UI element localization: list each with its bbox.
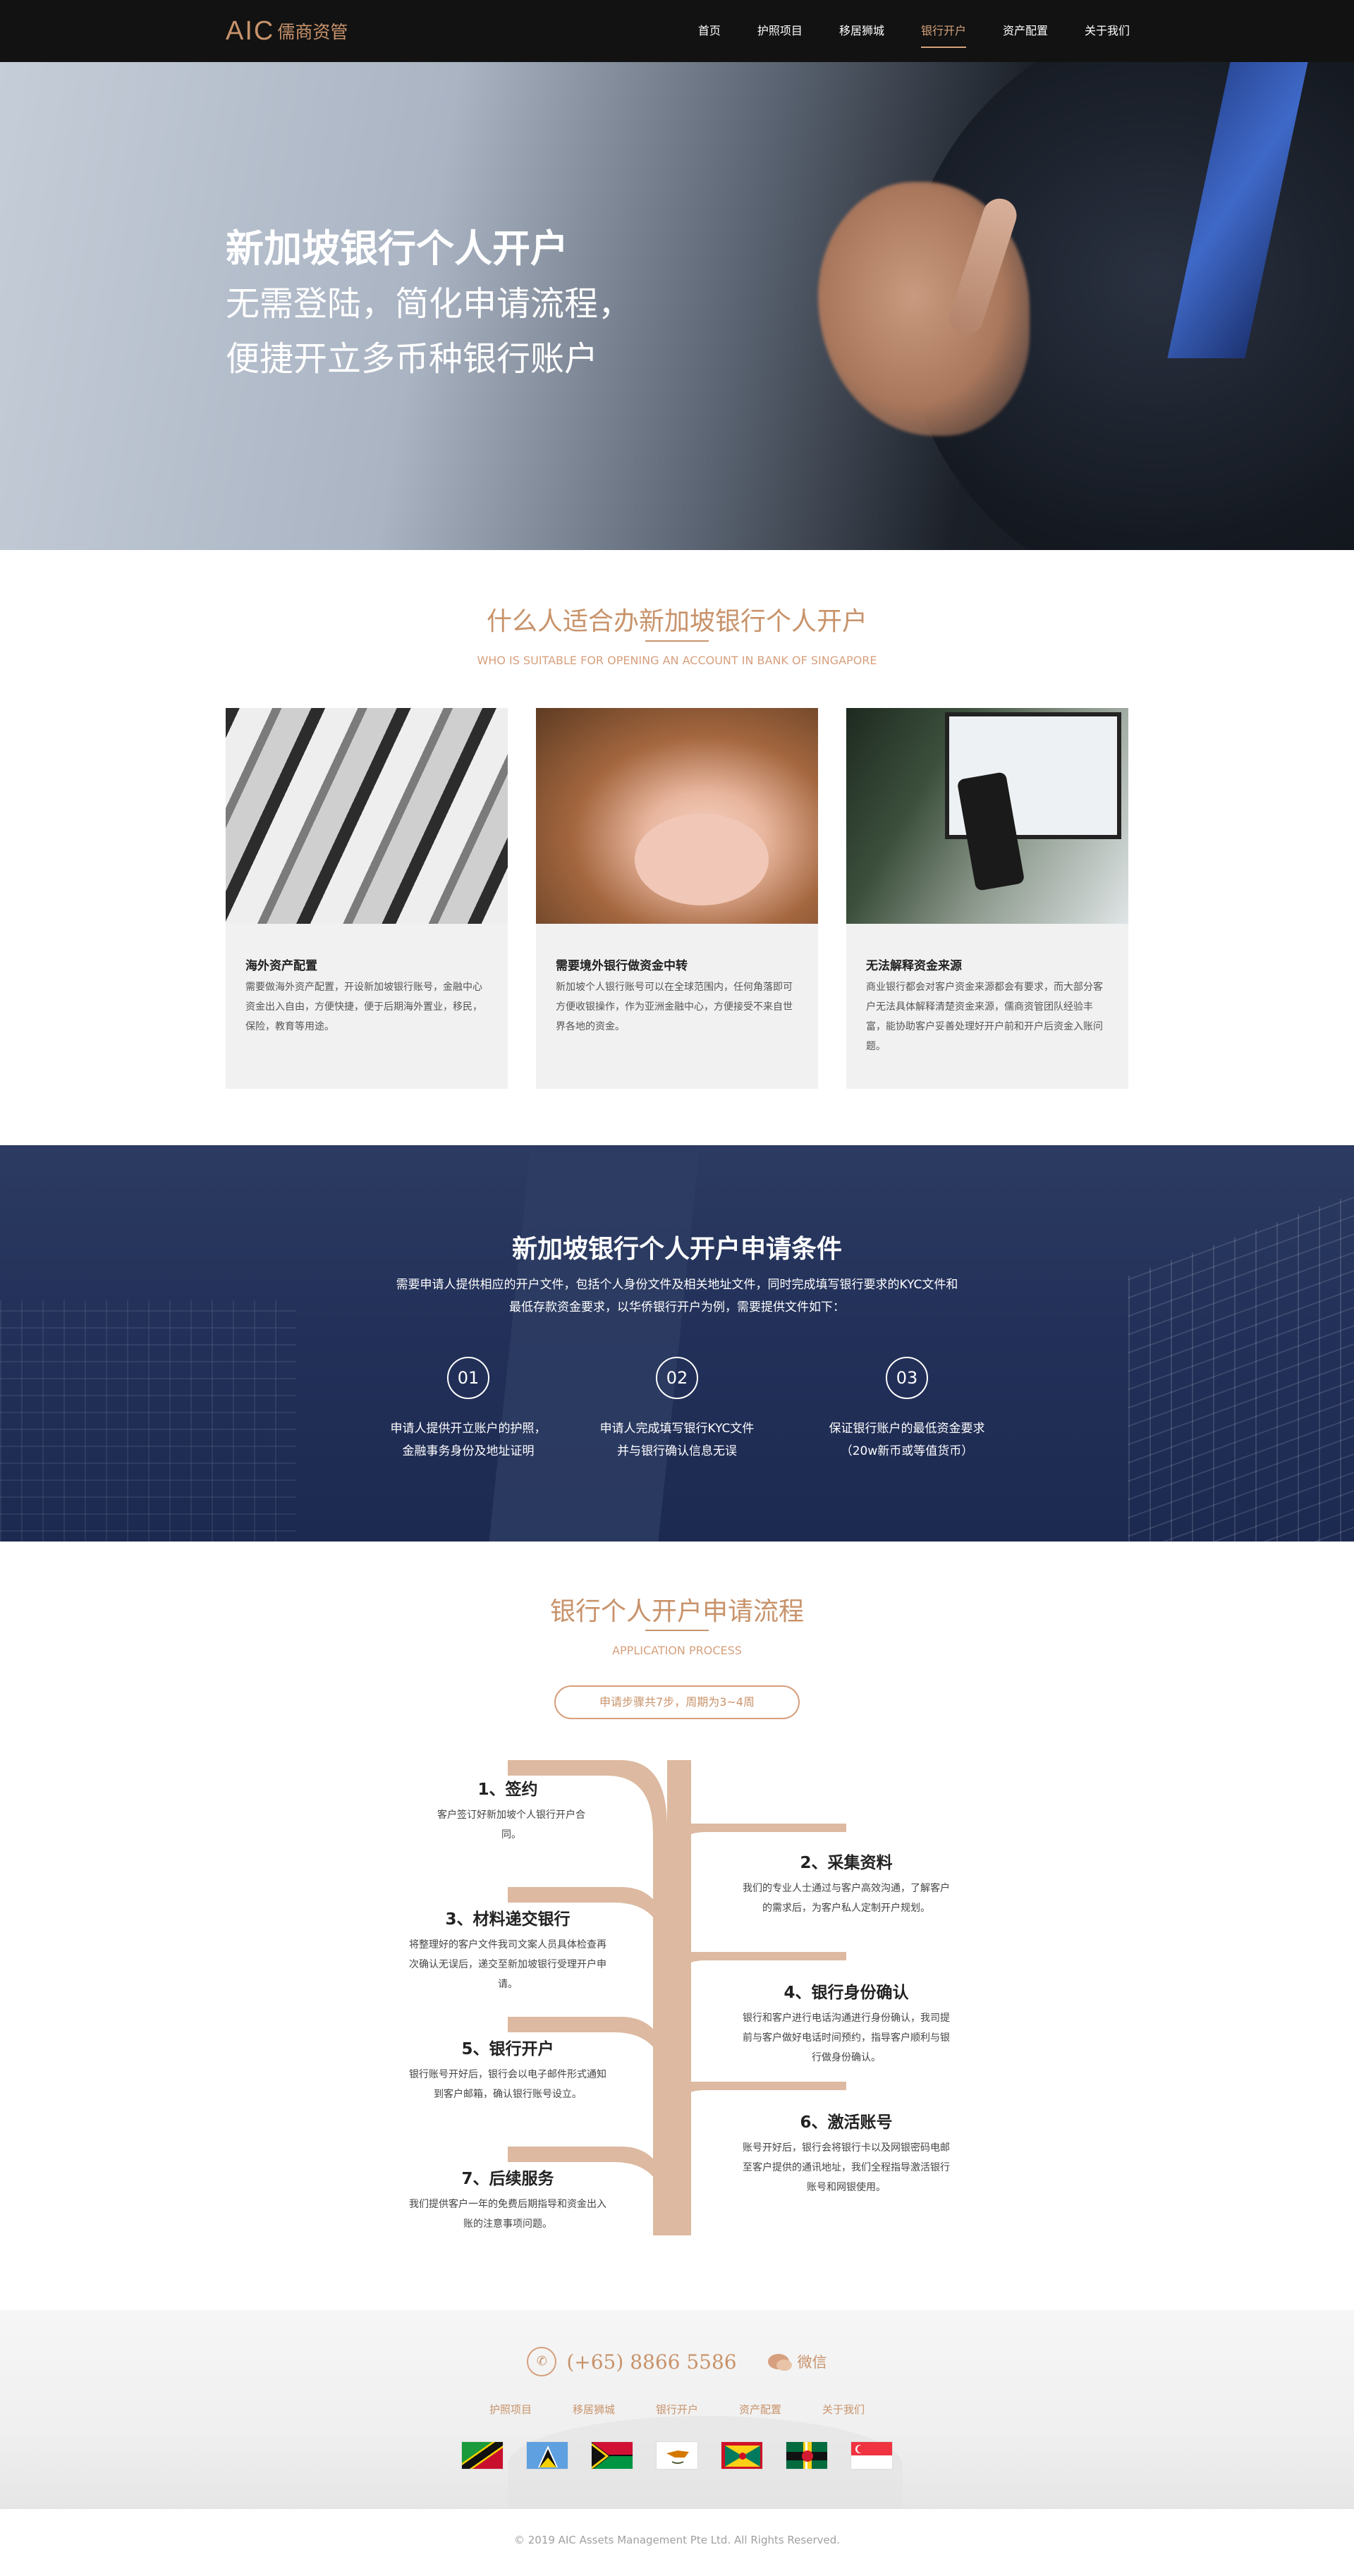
process-step-text: 将整理好的客户文件我司文案人员具体检查再次确认无误后，递交至新加坡银行受理开户申… [409, 1939, 606, 1990]
wechat-icon[interactable] [767, 2354, 792, 2371]
footer-link-about[interactable]: 关于我们 [822, 2402, 865, 2417]
island-icon [666, 2450, 689, 2464]
wechat-label[interactable]: 微信 [798, 2351, 827, 2372]
contact-row: ✆ (+65) 8866 5586 微信 [0, 2347, 1354, 2376]
st-kitts-nevis-flag-icon[interactable] [461, 2441, 504, 2470]
process-step-text: 我们提供客户一年的免费后期指导和资金出入账的注意事项问题。 [409, 2199, 606, 2230]
singapore-flag-icon[interactable] [850, 2441, 893, 2470]
saint-lucia-flag-icon[interactable] [526, 2441, 568, 2470]
process-step-title: 4、银行身份确认 [783, 1984, 909, 2002]
footer: ✆ (+65) 8866 5586 微信 护照项目 移居狮城 银行开户 资产配置… [0, 2310, 1354, 2509]
phone-number[interactable]: (+65) 8866 5586 [566, 2350, 736, 2374]
dominica-flag-icon[interactable] [786, 2441, 828, 2470]
process-step-title: 1、签约 [477, 1781, 538, 1799]
diagonal-icon [725, 2446, 760, 2467]
footer-link-asset[interactable]: 资产配置 [739, 2402, 781, 2417]
crescent-icon [855, 2445, 865, 2453]
process-step-title: 6、激活账号 [800, 2113, 893, 2132]
process-step-text: 我们的专业人士通过与客户高效沟通，了解客户的需求后，为客户私人定制开户规划。 [743, 1883, 950, 1914]
triangle-icon [538, 2446, 558, 2467]
footer-link-passport[interactable]: 护照项目 [489, 2402, 532, 2417]
copyright: © 2019 AIC Assets Management Pte Ltd. Al… [513, 2534, 841, 2546]
footer-link-bank[interactable]: 银行开户 [656, 2402, 698, 2417]
process-step-title: 5、银行开户 [461, 2040, 554, 2058]
cyprus-flag-icon[interactable] [656, 2441, 698, 2470]
process-step-text: 客户签订好新加坡个人银行开户合同。 [437, 1809, 585, 1841]
footer-link-relocate[interactable]: 移居狮城 [573, 2402, 615, 2417]
process-step-title: 7、后续服务 [461, 2170, 554, 2188]
country-flags [0, 2441, 1354, 2470]
grenada-flag-icon[interactable] [721, 2441, 763, 2470]
process-step-text: 账号开好后，银行会将银行卡以及网银密码电邮至客户提供的通讯地址，我们全程指导激活… [743, 2142, 950, 2193]
process-step-text: 银行和客户进行电话沟通进行身份确认，我司提前与客户做好电话时间预约，指导客户顺利… [743, 2013, 950, 2063]
process-step-title: 3、材料递交银行 [445, 1910, 571, 1929]
process-timeline-graphic [508, 1760, 846, 2235]
cross-icon [786, 2442, 827, 2469]
chevron-icon [592, 2442, 610, 2469]
process-step-title: 2、采集资料 [800, 1854, 893, 1872]
phone-icon: ✆ [527, 2347, 557, 2376]
vanuatu-flag-icon[interactable] [591, 2441, 633, 2470]
process-step-text: 银行账号开好后，银行会以电子邮件形式通知到客户邮箱，确认银行账号设立。 [409, 2069, 606, 2100]
footer-links: 护照项目 移居狮城 银行开户 资产配置 关于我们 [0, 2402, 1354, 2417]
